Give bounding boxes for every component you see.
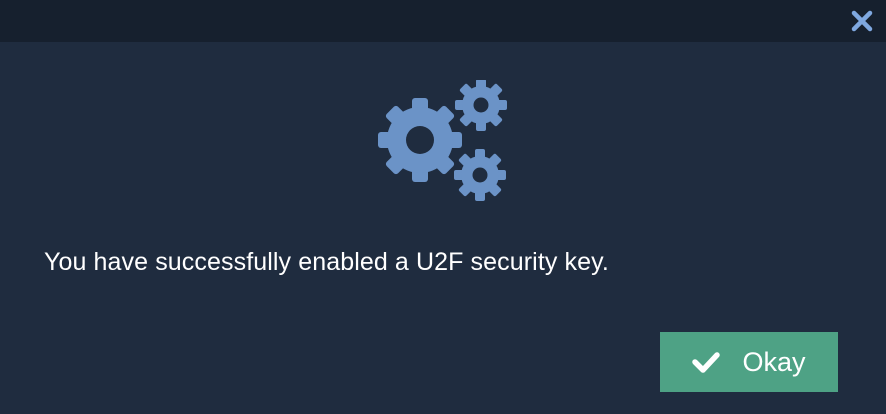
okay-button-label: Okay — [742, 346, 806, 377]
gears-icon — [376, 80, 510, 202]
checkmark-icon — [692, 352, 721, 373]
success-message: You have successfully enabled a U2F secu… — [44, 248, 609, 276]
okay-button[interactable]: Okay — [660, 332, 838, 392]
close-icon — [851, 10, 873, 32]
close-button[interactable] — [850, 9, 874, 33]
dialog-titlebar — [0, 0, 886, 42]
success-dialog: You have successfully enabled a U2F secu… — [0, 0, 886, 414]
